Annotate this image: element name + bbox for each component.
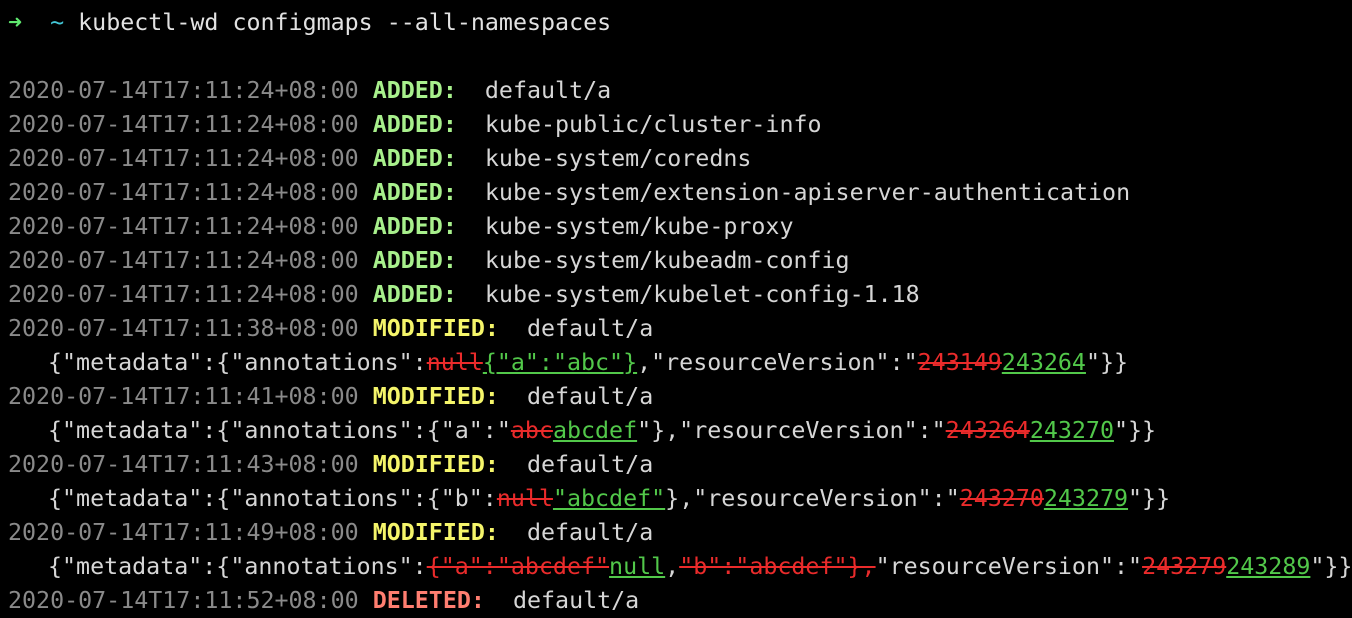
event-type-added: ADDED: — [372, 213, 457, 240]
event-object: kube-system/kubelet-config-1.18 — [484, 281, 920, 308]
event-object: default/a — [526, 451, 654, 478]
event-type-added: ADDED: — [372, 247, 457, 274]
event-line: 2020-07-14T17:11:52+08:00 DELETED: defau… — [8, 584, 1352, 618]
event-type-added: ADDED: — [372, 111, 457, 138]
diff-inserted: abcdef — [552, 417, 638, 444]
event-line: 2020-07-14T17:11:38+08:00 MODIFIED: defa… — [8, 312, 1352, 346]
diff-context: "}} — [1310, 553, 1352, 580]
event-object: kube-public/cluster-info — [484, 111, 822, 138]
event-object: default/a — [526, 315, 654, 342]
event-object: kube-system/kubeadm-config — [484, 247, 850, 274]
diff-context: "resourceVersion":" — [875, 553, 1143, 580]
prompt-cwd: ~ — [50, 9, 65, 36]
event-type-modified: MODIFIED: — [372, 519, 499, 546]
diff-context: "},"resourceVersion":" — [637, 417, 946, 444]
diff-context: ,"resourceVersion":" — [637, 349, 918, 376]
terminal-output[interactable]: ➜ ~ kubectl-wd configmaps --all-namespac… — [8, 6, 1352, 618]
event-object: kube-system/extension-apiserver-authenti… — [484, 179, 1131, 206]
event-line: 2020-07-14T17:11:24+08:00 ADDED: kube-pu… — [8, 108, 1352, 142]
diff-removed: 243264 — [945, 417, 1030, 444]
event-line: 2020-07-14T17:11:24+08:00 ADDED: kube-sy… — [8, 176, 1352, 210]
diff-removed: 243279 — [1142, 553, 1227, 580]
diff-context: {"metadata":{"annotations":{"a":" — [48, 417, 511, 444]
diff-inserted: null — [609, 553, 666, 580]
diff-removed: null — [426, 349, 483, 376]
event-timestamp: 2020-07-14T17:11:24+08:00 — [8, 247, 359, 274]
diff-line: {"metadata":{"annotations":{"b":null"abc… — [8, 482, 1352, 516]
event-object: default/a — [526, 519, 654, 546]
event-type-added: ADDED: — [372, 179, 457, 206]
event-line: 2020-07-14T17:11:43+08:00 MODIFIED: defa… — [8, 448, 1352, 482]
diff-context: {"metadata":{"annotations": — [48, 349, 427, 376]
diff-removed: "b":"abcdef"}, — [679, 553, 876, 580]
event-timestamp: 2020-07-14T17:11:43+08:00 — [8, 451, 359, 478]
diff-inserted: 243270 — [1029, 417, 1114, 444]
diff-line: {"metadata":{"annotations":{"a":"abcabcd… — [8, 414, 1352, 448]
diff-removed: 243270 — [959, 485, 1044, 512]
event-type-modified: MODIFIED: — [372, 315, 499, 342]
diff-context: "}} — [1128, 485, 1171, 512]
diff-context: {"metadata":{"annotations": — [48, 553, 427, 580]
diff-inserted: 243289 — [1226, 553, 1311, 580]
event-object: default/a — [526, 383, 654, 410]
diff-removed: null — [496, 485, 553, 512]
event-timestamp: 2020-07-14T17:11:24+08:00 — [8, 77, 359, 104]
event-line: 2020-07-14T17:11:24+08:00 ADDED: kube-sy… — [8, 142, 1352, 176]
event-line: 2020-07-14T17:11:49+08:00 MODIFIED: defa… — [8, 516, 1352, 550]
event-type-added: ADDED: — [372, 281, 457, 308]
event-timestamp: 2020-07-14T17:11:38+08:00 — [8, 315, 359, 342]
event-timestamp: 2020-07-14T17:11:24+08:00 — [8, 281, 359, 308]
diff-context: {"metadata":{"annotations":{"b": — [48, 485, 497, 512]
diff-inserted: 243279 — [1043, 485, 1129, 512]
event-timestamp: 2020-07-14T17:11:52+08:00 — [8, 587, 359, 614]
event-timestamp: 2020-07-14T17:11:49+08:00 — [8, 519, 359, 546]
command-prompt-line: ➜ ~ kubectl-wd configmaps --all-namespac… — [8, 6, 1352, 40]
diff-context: "}} — [1085, 349, 1129, 376]
event-timestamp: 2020-07-14T17:11:24+08:00 — [8, 179, 359, 206]
event-timestamp: 2020-07-14T17:11:24+08:00 — [8, 111, 359, 138]
event-line: 2020-07-14T17:11:41+08:00 MODIFIED: defa… — [8, 380, 1352, 414]
diff-context: "}} — [1113, 417, 1157, 444]
diff-inserted: {"a":"abc"} — [482, 349, 638, 376]
event-timestamp: 2020-07-14T17:11:41+08:00 — [8, 383, 359, 410]
diff-removed: {"a":"abcdef" — [426, 553, 610, 580]
event-type-modified: MODIFIED: — [372, 383, 499, 410]
event-line: 2020-07-14T17:11:24+08:00 ADDED: kube-sy… — [8, 210, 1352, 244]
diff-removed: abc — [510, 417, 553, 444]
event-type-modified: MODIFIED: — [372, 451, 499, 478]
prompt-arrow-icon: ➜ — [8, 9, 23, 36]
event-type-added: ADDED: — [372, 145, 457, 172]
diff-inserted: "abcdef" — [552, 485, 666, 512]
command-text: kubectl-wd configmaps --all-namespaces — [78, 9, 612, 36]
diff-removed: 243149 — [917, 349, 1002, 376]
event-object: kube-system/coredns — [484, 145, 752, 172]
event-object: default/a — [512, 587, 640, 614]
diff-line: {"metadata":{"annotations":{"a":"abcdef"… — [8, 550, 1352, 584]
event-timestamp: 2020-07-14T17:11:24+08:00 — [8, 213, 359, 240]
event-line: 2020-07-14T17:11:24+08:00 ADDED: kube-sy… — [8, 278, 1352, 312]
diff-context: , — [665, 553, 680, 580]
diff-inserted: 243264 — [1001, 349, 1086, 376]
event-line: 2020-07-14T17:11:24+08:00 ADDED: kube-sy… — [8, 244, 1352, 278]
event-timestamp: 2020-07-14T17:11:24+08:00 — [8, 145, 359, 172]
event-type-deleted: DELETED: — [372, 587, 485, 614]
event-object: kube-system/kube-proxy — [484, 213, 794, 240]
diff-line: {"metadata":{"annotations":null{"a":"abc… — [8, 346, 1352, 380]
event-type-added: ADDED: — [372, 77, 457, 104]
event-object: default/a — [484, 77, 612, 104]
diff-context: },"resourceVersion":" — [665, 485, 960, 512]
event-line: 2020-07-14T17:11:24+08:00 ADDED: default… — [8, 74, 1352, 108]
